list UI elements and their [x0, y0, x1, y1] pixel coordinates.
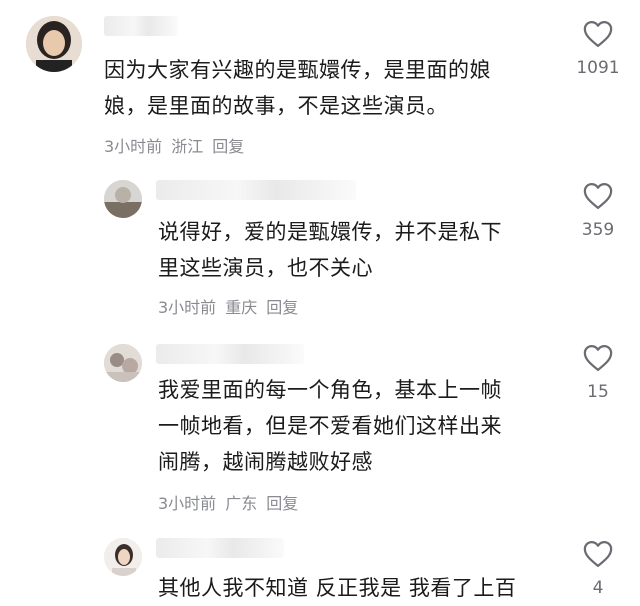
avatar[interactable]	[26, 16, 82, 72]
comment-item: 其他人我不知道 反正我是 我看了上百 4	[0, 530, 640, 600]
username-blurred[interactable]	[104, 16, 178, 36]
username-blurred[interactable]	[156, 344, 304, 364]
comment-text-line: 其他人我不知道 反正我是 我看了上百	[158, 576, 517, 600]
like-button[interactable]: 4	[568, 540, 628, 598]
avatar[interactable]	[104, 538, 142, 576]
like-button[interactable]: 359	[568, 182, 628, 240]
username-blurred[interactable]	[156, 538, 284, 558]
comment-item: 因为大家有兴趣的是甄嬛传，是里面的娘 娘，是里面的故事，不是这些演员。 3小时前…	[0, 0, 640, 160]
comment-text-line: 因为大家有兴趣的是甄嬛传，是里面的娘	[104, 58, 491, 82]
heart-outline-icon	[583, 21, 613, 47]
like-count: 15	[587, 382, 609, 402]
reply-button[interactable]: 回复	[266, 494, 298, 513]
like-button[interactable]: 15	[568, 344, 628, 402]
heart-outline-icon	[583, 183, 613, 209]
comment-text: 说得好，爱的是甄嬛传，并不是私下 里这些演员，也不关心	[158, 214, 502, 286]
comment-text-line: 我爱里面的每一个角色，基本上一帧	[158, 378, 502, 402]
comment-location: 重庆	[225, 298, 258, 317]
heart-outline-icon	[583, 345, 613, 371]
username-blurred[interactable]	[156, 180, 356, 200]
like-count: 4	[592, 578, 604, 598]
reply-button[interactable]: 回复	[266, 298, 298, 317]
comment-time: 3小时前	[158, 298, 217, 317]
comment-item: 说得好，爱的是甄嬛传，并不是私下 里这些演员，也不关心 3小时前 重庆 回复 359	[0, 170, 640, 330]
comment-meta: 3小时前 浙江 回复	[104, 133, 253, 157]
comment-time: 3小时前	[104, 137, 163, 156]
comment-meta: 3小时前 广东 回复	[158, 490, 307, 514]
avatar[interactable]	[104, 180, 142, 218]
comment-text-line: 一帧地看，但是不爱看她们这样出来	[158, 414, 502, 438]
comment-text: 因为大家有兴趣的是甄嬛传，是里面的娘 娘，是里面的故事，不是这些演员。	[104, 52, 491, 124]
comment-location: 浙江	[171, 137, 204, 156]
comment-item: 我爱里面的每一个角色，基本上一帧 一帧地看，但是不爱看她们这样出来 闹腾，越闹腾…	[0, 338, 640, 528]
comment-text: 其他人我不知道 反正我是 我看了上百	[158, 570, 516, 606]
reply-button[interactable]: 回复	[212, 137, 244, 156]
comment-text-line: 闹腾，越闹腾越败好感	[158, 450, 373, 474]
comment-meta: 3小时前 重庆 回复	[158, 294, 307, 318]
comment-text-line: 里这些演员，也不关心	[158, 256, 373, 280]
comment-text-line: 说得好，爱的是甄嬛传，并不是私下	[158, 220, 502, 244]
like-count: 1091	[576, 58, 620, 78]
like-button[interactable]: 1091	[568, 20, 628, 78]
heart-outline-icon	[583, 541, 613, 567]
comment-location: 广东	[225, 494, 258, 513]
comment-text-line: 娘，是里面的故事，不是这些演员。	[104, 94, 448, 118]
comment-text: 我爱里面的每一个角色，基本上一帧 一帧地看，但是不爱看她们这样出来 闹腾，越闹腾…	[158, 372, 502, 480]
avatar[interactable]	[104, 344, 142, 382]
comment-time: 3小时前	[158, 494, 217, 513]
like-count: 359	[581, 220, 615, 240]
